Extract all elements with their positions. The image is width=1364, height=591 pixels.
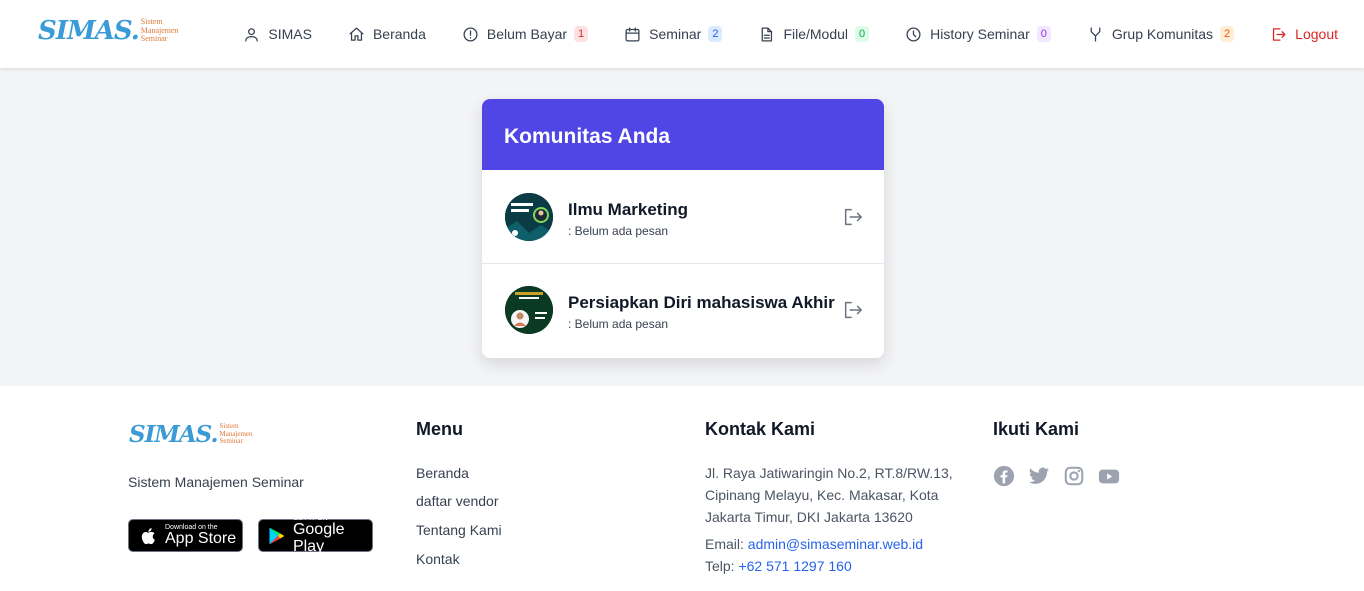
belum-bayar-badge: 1 — [574, 26, 589, 42]
calendar-icon — [625, 26, 640, 42]
app-store-button[interactable]: Download on the App Store — [128, 519, 243, 552]
home-icon — [349, 26, 364, 41]
seminar-badge: 2 — [708, 26, 723, 42]
footer-description: Sistem Manajemen Seminar — [128, 474, 304, 490]
facebook-icon[interactable] — [993, 465, 1015, 487]
twitter-icon[interactable] — [1028, 465, 1050, 487]
contact-email-line: Email: admin@simaseminar.web.id — [705, 536, 924, 552]
user-icon — [245, 27, 259, 42]
top-navbar: SIMAS. Sistem Manajemen Seminar SIMAS Be… — [0, 0, 1364, 68]
footer-link-tentang-kami[interactable]: Tentang Kami — [416, 522, 502, 538]
leave-group-icon[interactable] — [842, 299, 864, 321]
community-card-title: Komunitas Anda — [482, 99, 884, 170]
contact-address: Jl. Raya Jatiwaringin No.2, RT.8/RW.13, … — [705, 465, 953, 525]
alert-circle-icon — [463, 26, 478, 42]
branch-icon — [1090, 26, 1101, 42]
contact-phone-line: Telp: +62 571 1297 160 — [705, 558, 852, 574]
nav-item-grup-komunitas[interactable]: Grup Komunitas 2 — [1087, 26, 1235, 43]
logout-icon — [1273, 27, 1286, 41]
file-modul-badge: 0 — [855, 26, 870, 42]
file-icon — [762, 26, 773, 42]
nav-item-seminar[interactable]: Seminar 2 — [624, 26, 723, 43]
nav-item-simas[interactable]: SIMAS — [243, 26, 312, 43]
simas-logo[interactable]: SIMAS. Sistem Manajemen Seminar — [38, 16, 179, 46]
community-last-message: : Belum ada pesan — [568, 224, 669, 238]
logo-text: SIMAS. — [129, 421, 218, 448]
nav-item-belum-bayar[interactable]: Belum Bayar 1 — [462, 26, 589, 43]
nav-item-logout[interactable]: Logout — [1270, 26, 1338, 43]
footer-logo[interactable]: SIMAS. Sistem Manajemen Seminar — [129, 421, 253, 448]
footer-link-kontak[interactable]: Kontak — [416, 551, 460, 567]
community-card: Komunitas Anda Ilmu Marketing : Belum ad… — [482, 99, 884, 358]
app-store-big: App Store — [165, 529, 237, 547]
footer-link-daftar-vendor[interactable]: daftar vendor — [416, 493, 499, 509]
nav-item-file-modul[interactable]: File/Modul 0 — [758, 26, 870, 43]
community-name: Persiapkan Diri mahasiswa Akhir — [568, 293, 835, 312]
grup-komunitas-badge: 2 — [1220, 26, 1235, 42]
nav-menu: SIMAS Beranda Belum Bayar 1 Seminar 2 Fi… — [207, 0, 1338, 68]
footer-menu-title: Menu — [416, 419, 463, 439]
logo-tagline: Sistem Manajemen Seminar — [140, 17, 179, 44]
google-play-icon — [269, 527, 285, 544]
footer: SIMAS. Sistem Manajemen Seminar Sistem M… — [0, 386, 1364, 591]
nav-item-history-seminar[interactable]: History Seminar 0 — [905, 26, 1051, 43]
community-last-message: : Belum ada pesan — [568, 317, 669, 331]
apple-icon — [141, 527, 155, 544]
footer-social-title: Ikuti Kami — [993, 419, 1080, 439]
logo-text: SIMAS. — [38, 16, 140, 46]
community-item-persiapkan-diri[interactable]: Persiapkan Diri mahasiswa Akhir : Belum … — [482, 264, 884, 358]
leave-group-icon[interactable] — [842, 206, 864, 228]
community-avatar — [505, 286, 553, 334]
clock-icon — [906, 26, 921, 42]
history-seminar-badge: 0 — [1036, 26, 1051, 42]
contact-email-link[interactable]: admin@simaseminar.web.id — [748, 536, 923, 552]
logo-tagline: Sistem Manajemen Seminar — [219, 422, 253, 446]
nav-item-beranda[interactable]: Beranda — [348, 26, 426, 43]
community-avatar — [505, 193, 553, 241]
google-play-button[interactable]: GET IT ON Google Play — [258, 515, 373, 555]
instagram-icon[interactable] — [1063, 465, 1085, 487]
community-item-ilmu-marketing[interactable]: Ilmu Marketing : Belum ada pesan — [482, 170, 884, 264]
google-play-big: Google Play — [292, 521, 345, 555]
footer-link-beranda[interactable]: Beranda — [416, 465, 469, 481]
contact-phone-link[interactable]: +62 571 1297 160 — [738, 558, 851, 574]
community-name: Ilmu Marketing — [568, 200, 688, 219]
youtube-icon[interactable] — [1098, 465, 1120, 487]
footer-contact-title: Kontak Kami — [705, 419, 816, 439]
